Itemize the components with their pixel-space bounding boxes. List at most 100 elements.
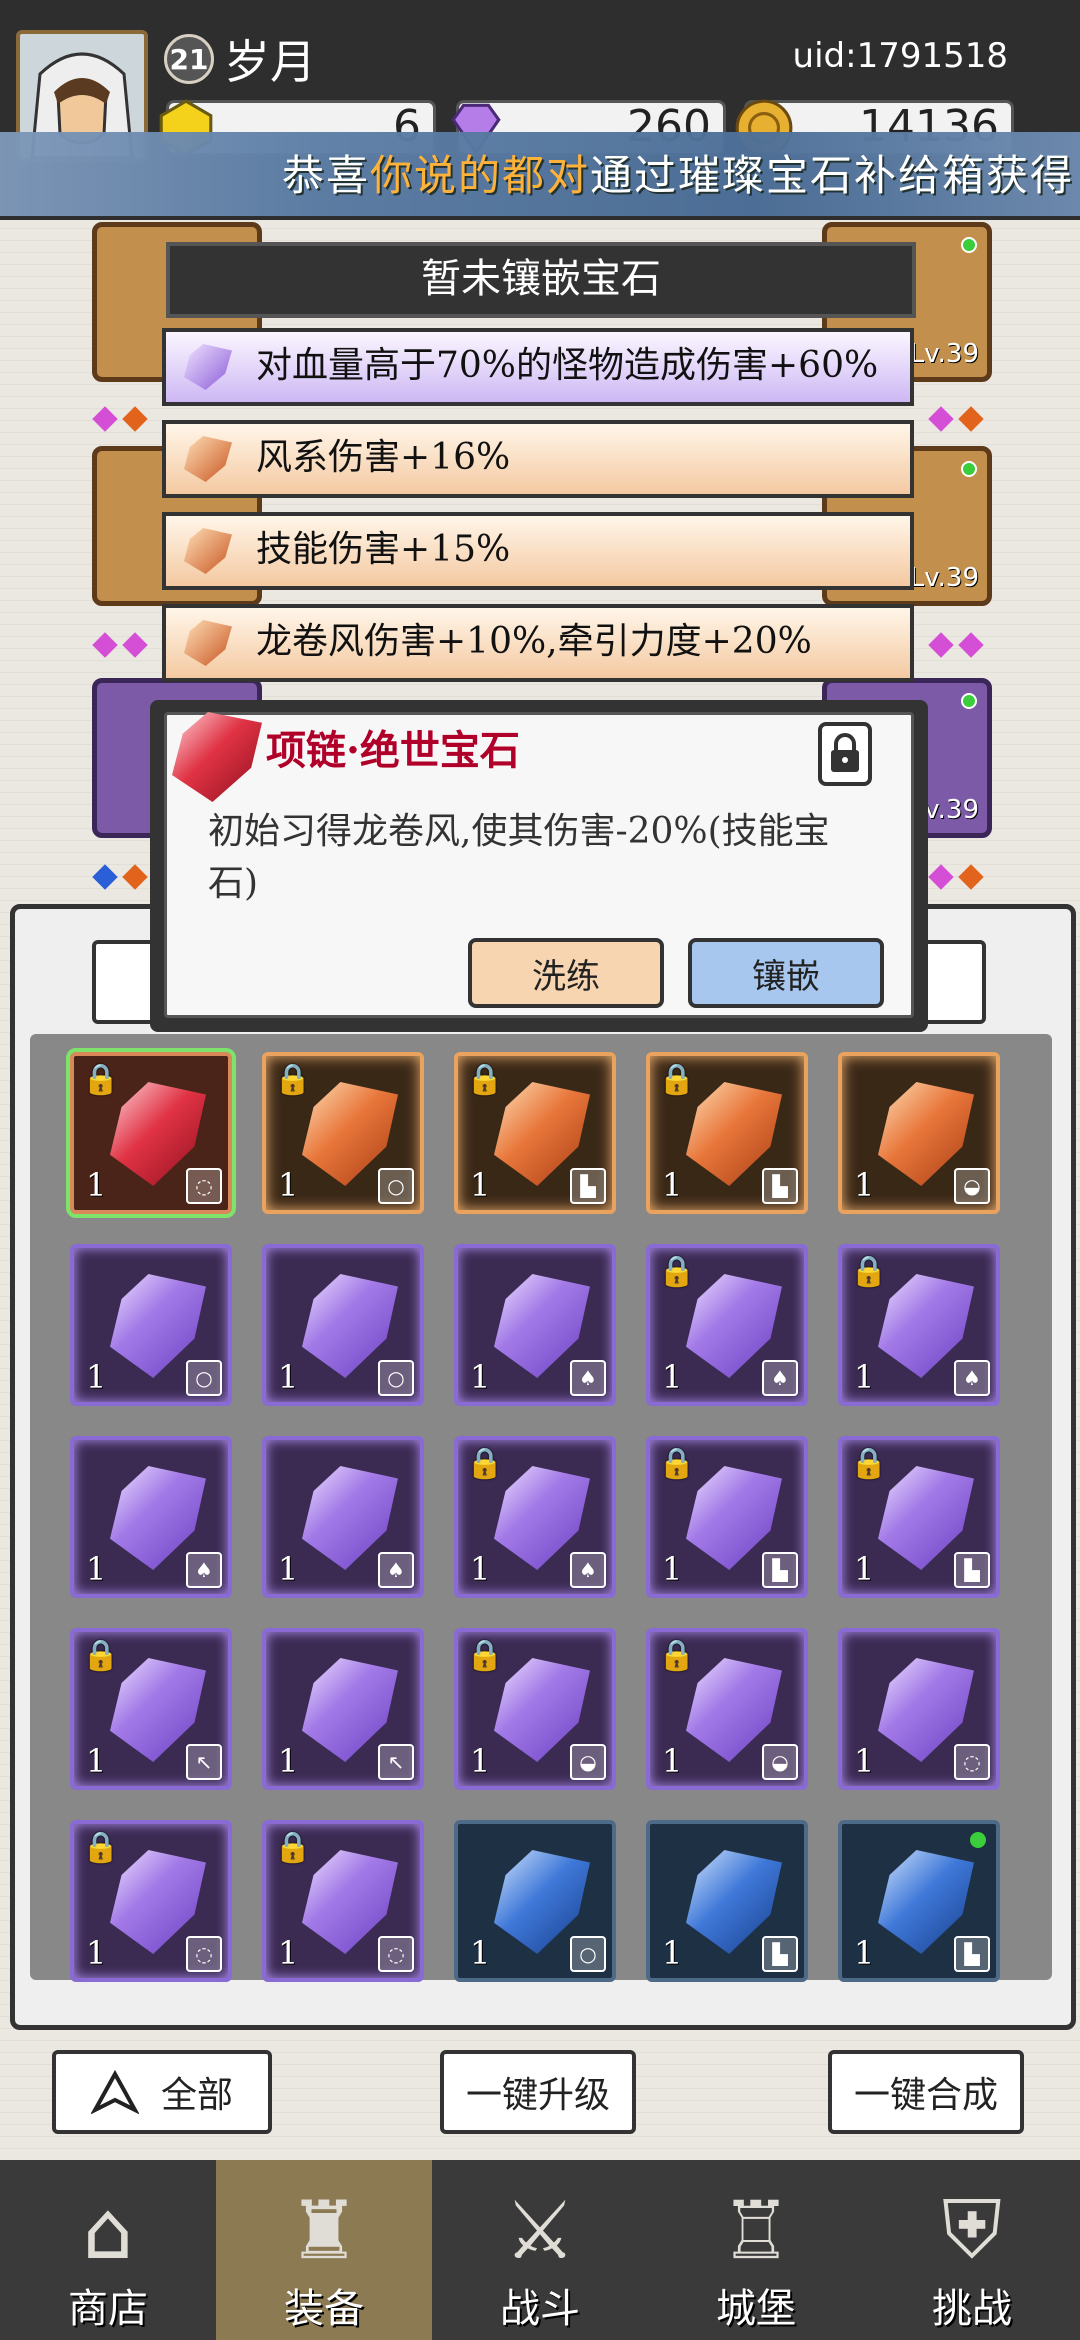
- boots-slot-icon: ▙: [762, 1552, 798, 1588]
- boots-slot-icon: ▙: [762, 1168, 798, 1204]
- gem-count: 1: [662, 1166, 683, 1204]
- necklace-slot-icon: ◌: [186, 1936, 222, 1972]
- gem-cell[interactable]: 🔒 1 ◒: [646, 1628, 808, 1790]
- gem-cell[interactable]: 🔒 1 ◌: [262, 1820, 424, 1982]
- gem-cell[interactable]: 1 ▙: [838, 1820, 1000, 1982]
- one-click-combine-button[interactable]: 一键合成: [828, 2050, 1024, 2134]
- gem-effect-row: 风系伤害+16%: [162, 420, 914, 498]
- boots-slot-icon: ▙: [762, 1936, 798, 1972]
- hat-slot-icon: ◒: [954, 1168, 990, 1204]
- gem-cell[interactable]: 1 ○: [454, 1820, 616, 1982]
- weapon-slot-icon: ↖: [186, 1744, 222, 1780]
- gem-count: 1: [470, 1550, 491, 1588]
- filter-label: 全部: [160, 2075, 233, 2116]
- filter-all-button[interactable]: 全部: [52, 2050, 272, 2134]
- announcement-text: 恭喜你说的都对通过璀璨宝石补给箱获得: [282, 142, 1074, 203]
- nav-challenge[interactable]: ⛨ 挑战: [864, 2160, 1080, 2340]
- boots-slot-icon: ▙: [570, 1168, 606, 1204]
- shop-icon: ⌂: [82, 2183, 134, 2277]
- gem-count: 1: [86, 1550, 107, 1588]
- gem-cell[interactable]: 1 ♠: [454, 1244, 616, 1406]
- gem-cell[interactable]: 🔒 1 ○: [262, 1052, 424, 1214]
- cape-slot-icon: ♠: [570, 1360, 606, 1396]
- gem-count: 1: [86, 1358, 107, 1396]
- cape-slot-icon: ♠: [570, 1552, 606, 1588]
- nav-battle[interactable]: ⚔ 战斗: [432, 2160, 648, 2340]
- new-indicator: [970, 1832, 986, 1848]
- gem-count: 1: [854, 1934, 875, 1972]
- gem-effect-label: 对血量高于70%的怪物造成伤害+60%: [256, 345, 879, 386]
- gem-count: 1: [86, 1166, 107, 1204]
- ring-slot-icon: ○: [378, 1168, 414, 1204]
- nav-equipment[interactable]: ♜ 装备: [216, 2160, 432, 2340]
- gem-count: 1: [86, 1742, 107, 1780]
- gem-cell[interactable]: 1 ↖: [262, 1628, 424, 1790]
- nav-label: 挑战: [932, 2286, 1012, 2332]
- ring-slot-icon: ○: [186, 1360, 222, 1396]
- lock-icon: 🔒: [466, 1446, 504, 1481]
- lock-icon: 🔒: [850, 1254, 888, 1289]
- gem-cell[interactable]: 🔒 1 ◌: [70, 1820, 232, 1982]
- lock-icon: 🔒: [658, 1446, 696, 1481]
- gem-cell[interactable]: 🔒 1 ▙: [646, 1436, 808, 1598]
- gem-cell[interactable]: 🔒 1 ▙: [838, 1436, 1000, 1598]
- nav-castle[interactable]: ♖ 城堡: [648, 2160, 864, 2340]
- orange-gem-icon: [184, 620, 232, 666]
- gem-cell[interactable]: 🔒 1 ◒: [454, 1628, 616, 1790]
- gem-cell[interactable]: 1 ○: [70, 1244, 232, 1406]
- nav-label: 城堡: [716, 2286, 796, 2332]
- lock-icon: 🔒: [82, 1638, 120, 1673]
- cape-slot-icon: ♠: [762, 1360, 798, 1396]
- lock-icon: 🔒: [658, 1254, 696, 1289]
- cape-slot-icon: ♠: [378, 1552, 414, 1588]
- refine-button[interactable]: 洗练: [468, 938, 664, 1008]
- lock-icon: 🔒: [850, 1446, 888, 1481]
- gem-count: 1: [86, 1934, 107, 1972]
- gem-count: 1: [278, 1742, 299, 1780]
- gem-count: 1: [662, 1550, 683, 1588]
- bag-icon: ♜: [288, 2183, 360, 2277]
- gem-cell[interactable]: 🔒 1 ▙: [646, 1052, 808, 1214]
- gem-effect-row: 龙卷风伤害+10%,牵引力度+20%: [162, 604, 914, 682]
- one-click-upgrade-button[interactable]: 一键升级: [440, 2050, 636, 2134]
- orange-gem-icon: [184, 436, 232, 482]
- boots-slot-icon: ▙: [954, 1936, 990, 1972]
- lock-icon: 🔒: [274, 1830, 312, 1865]
- nav-label: 商店: [68, 2286, 148, 2332]
- new-indicator: [961, 237, 977, 253]
- gem-cell[interactable]: 1 ○: [262, 1244, 424, 1406]
- gem-count: 1: [470, 1358, 491, 1396]
- lock-toggle-button[interactable]: [818, 722, 872, 786]
- gem-cell[interactable]: 1 ▙: [646, 1820, 808, 1982]
- lock-icon: 🔒: [466, 1062, 504, 1097]
- nav-shop[interactable]: ⌂ 商店: [0, 2160, 216, 2340]
- necklace-slot-icon: ◌: [954, 1744, 990, 1780]
- gem-cell[interactable]: 1 ◌: [838, 1628, 1000, 1790]
- nav-label: 装备: [284, 2286, 364, 2332]
- banner-suffix: 通过璀璨宝石补给箱获得: [589, 151, 1074, 200]
- lock-icon: 🔒: [274, 1062, 312, 1097]
- orange-gem-icon: [184, 528, 232, 574]
- inlay-button[interactable]: 镶嵌: [688, 938, 884, 1008]
- gem-count: 1: [278, 1934, 299, 1972]
- gem-cell[interactable]: 🔒 1 ▙: [454, 1052, 616, 1214]
- gem-cell[interactable]: 🔒 1 ↖: [70, 1628, 232, 1790]
- gem-cell[interactable]: 🔒 1 ♠: [838, 1244, 1000, 1406]
- banner-player-name: 你说的都对: [369, 151, 590, 200]
- gem-effect-label: 风系伤害+16%: [256, 437, 511, 478]
- new-indicator: [961, 693, 977, 709]
- gem-cell[interactable]: 1 ◒: [838, 1052, 1000, 1214]
- weapon-slot-icon: ↖: [378, 1744, 414, 1780]
- gem-cell[interactable]: 🔒 1 ♠: [454, 1436, 616, 1598]
- gem-cell[interactable]: 1 ♠: [262, 1436, 424, 1598]
- gem-effect-label: 龙卷风伤害+10%,牵引力度+20%: [256, 621, 812, 662]
- ring-slot-icon: ○: [570, 1936, 606, 1972]
- gem-cell[interactable]: 🔒 1 ♠: [646, 1244, 808, 1406]
- purple-gem-icon: [184, 344, 232, 390]
- gem-count: 1: [854, 1166, 875, 1204]
- gem-cell[interactable]: 1 ♠: [70, 1436, 232, 1598]
- slot-level: Lv.39: [909, 339, 979, 369]
- player-name: 岁月: [224, 35, 316, 89]
- ring-slot-icon: ○: [378, 1360, 414, 1396]
- gem-cell[interactable]: 🔒 1 ◌: [66, 1048, 236, 1218]
